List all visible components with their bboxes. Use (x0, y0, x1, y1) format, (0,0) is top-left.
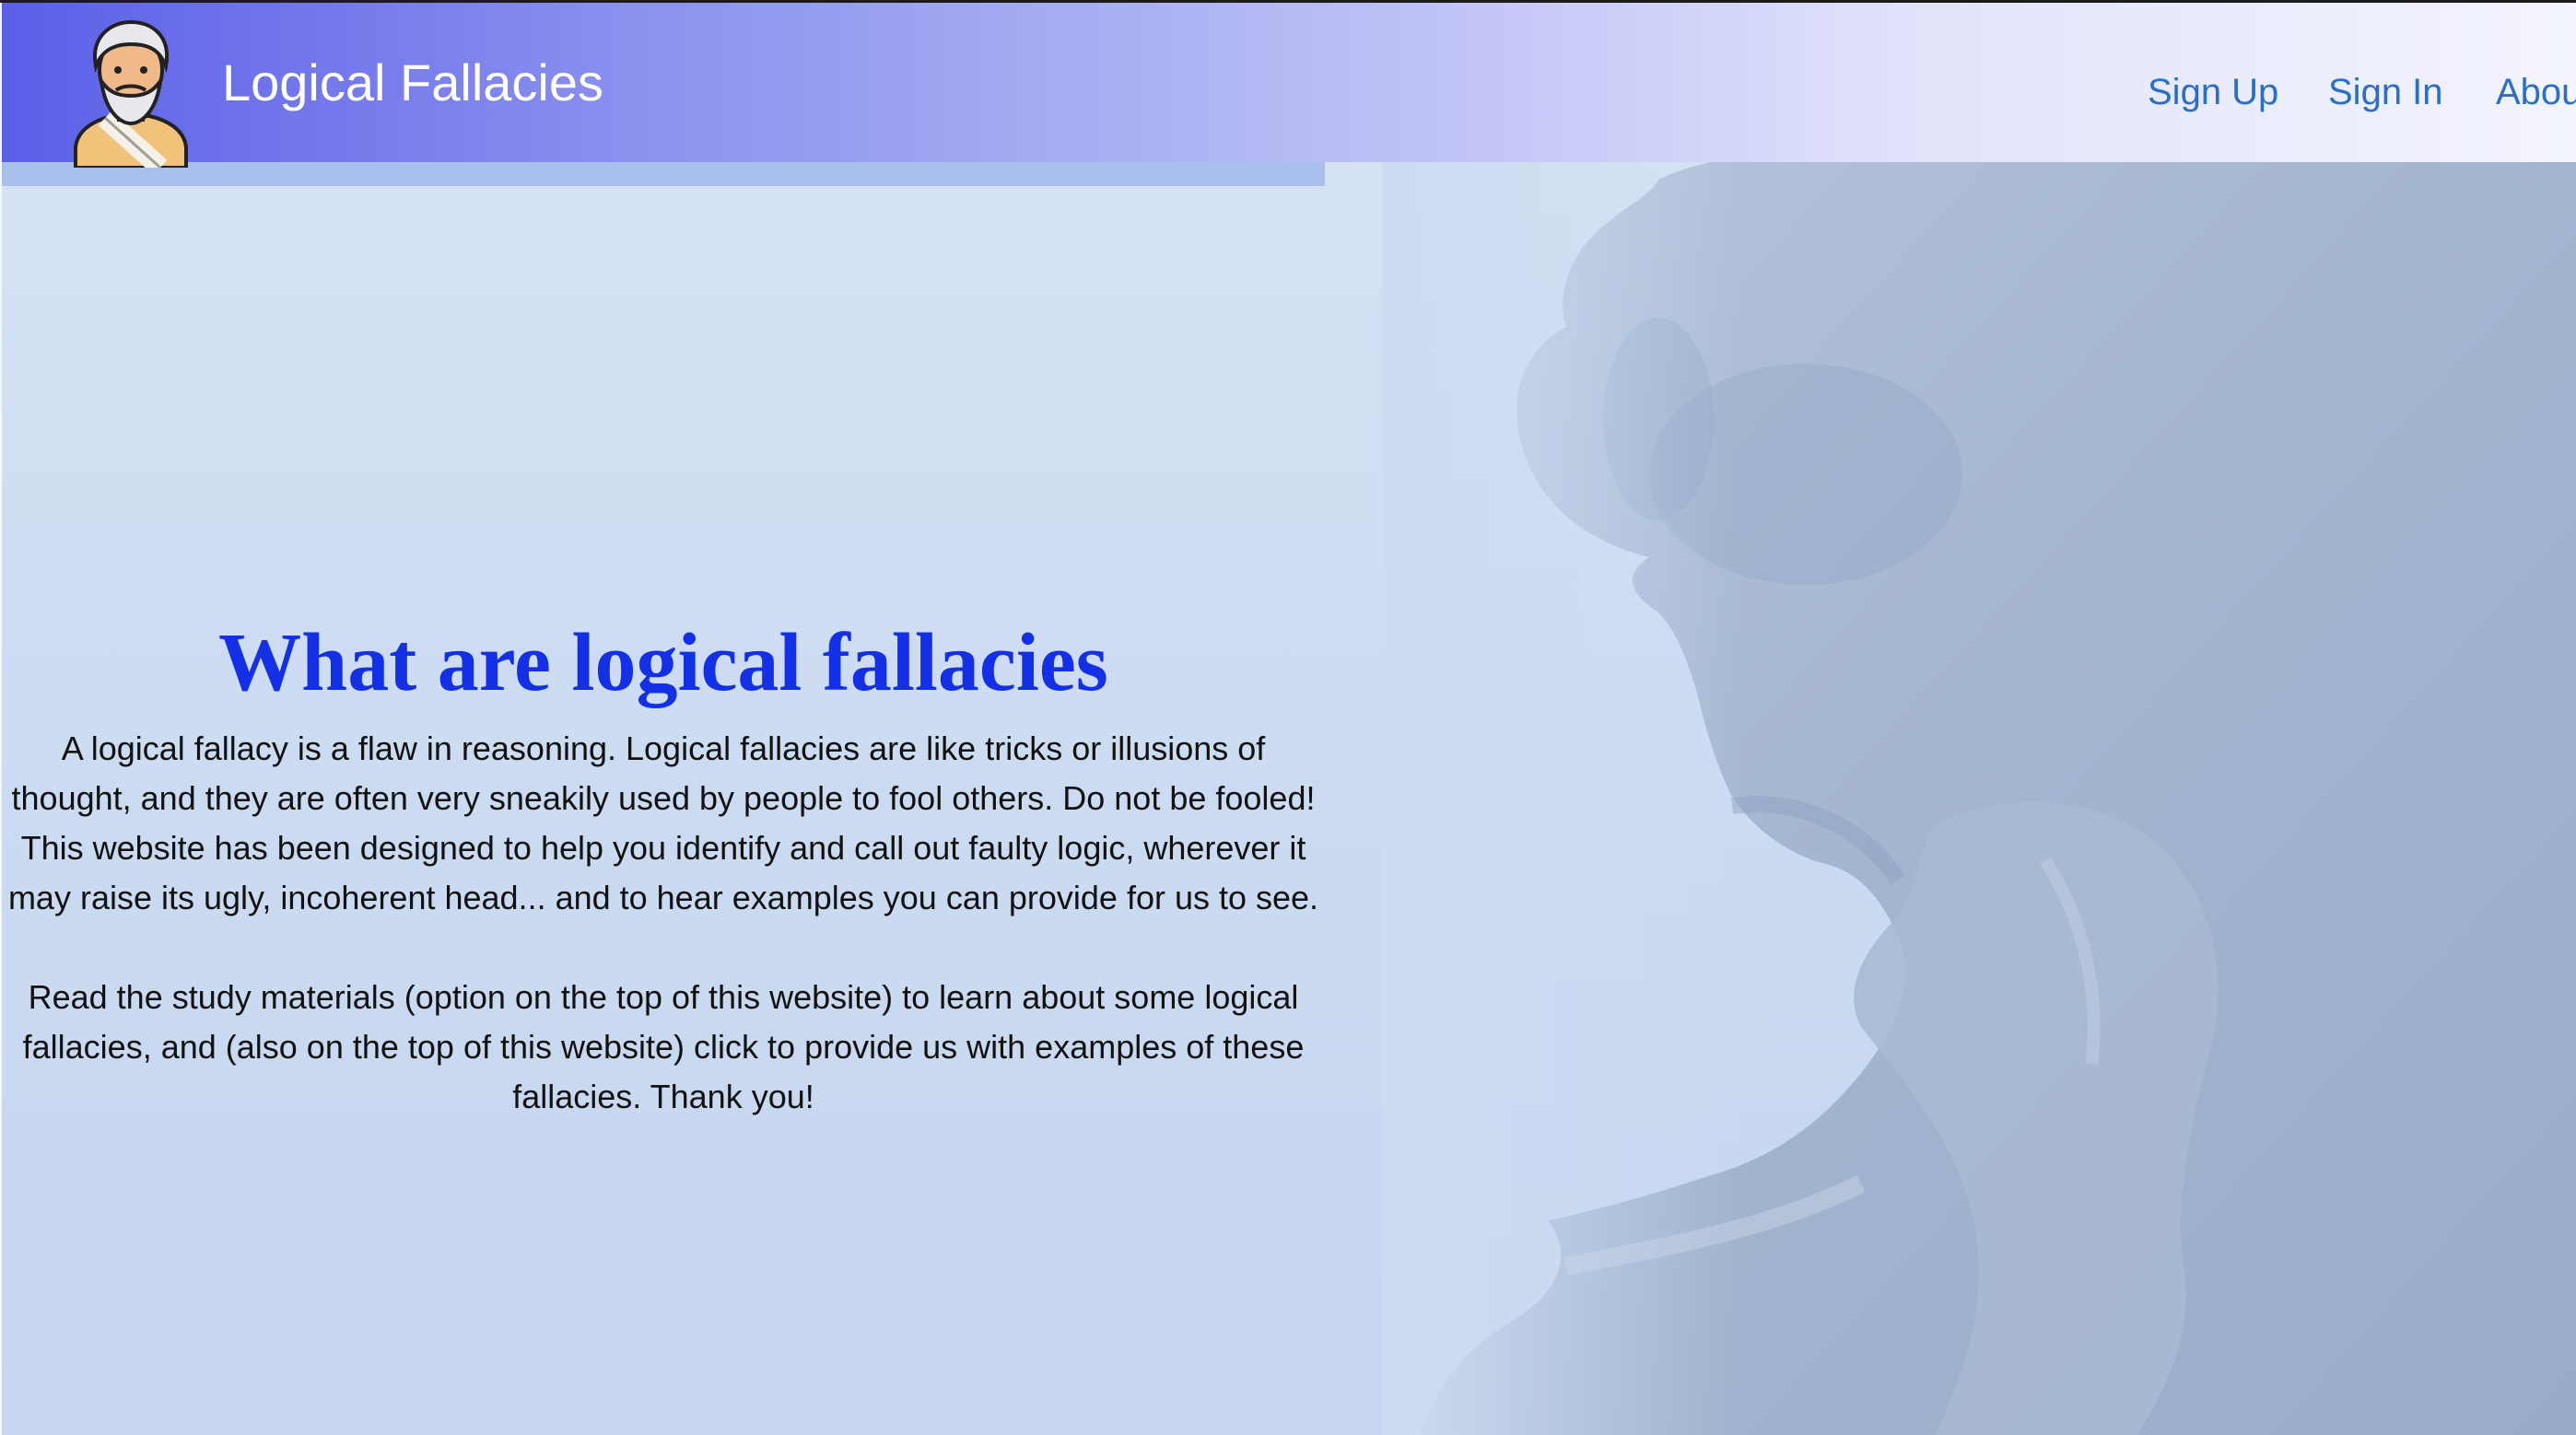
sign-up-link[interactable]: Sign Up (2148, 74, 2278, 111)
site-title[interactable]: Logical Fallacies (222, 57, 603, 109)
philosopher-avatar-icon[interactable] (68, 18, 193, 168)
intro-paragraph: A logical fallacy is a flaw in reasoning… (7, 729, 1319, 916)
top-nav: Sign Up Sign In Abou (2147, 74, 2576, 129)
header-underbar (2, 162, 1325, 186)
instructions-paragraph: Read the study materials (option on the … (22, 978, 1305, 1115)
thinker-statue-image (1382, 161, 2576, 1435)
intro-section: What are logical fallacies A logical fal… (0, 617, 1327, 1122)
sign-in-link[interactable]: Sign In (2328, 74, 2443, 111)
about-link[interactable]: Abou (2496, 74, 2576, 111)
page-headline: What are logical fallacies (218, 617, 1108, 708)
